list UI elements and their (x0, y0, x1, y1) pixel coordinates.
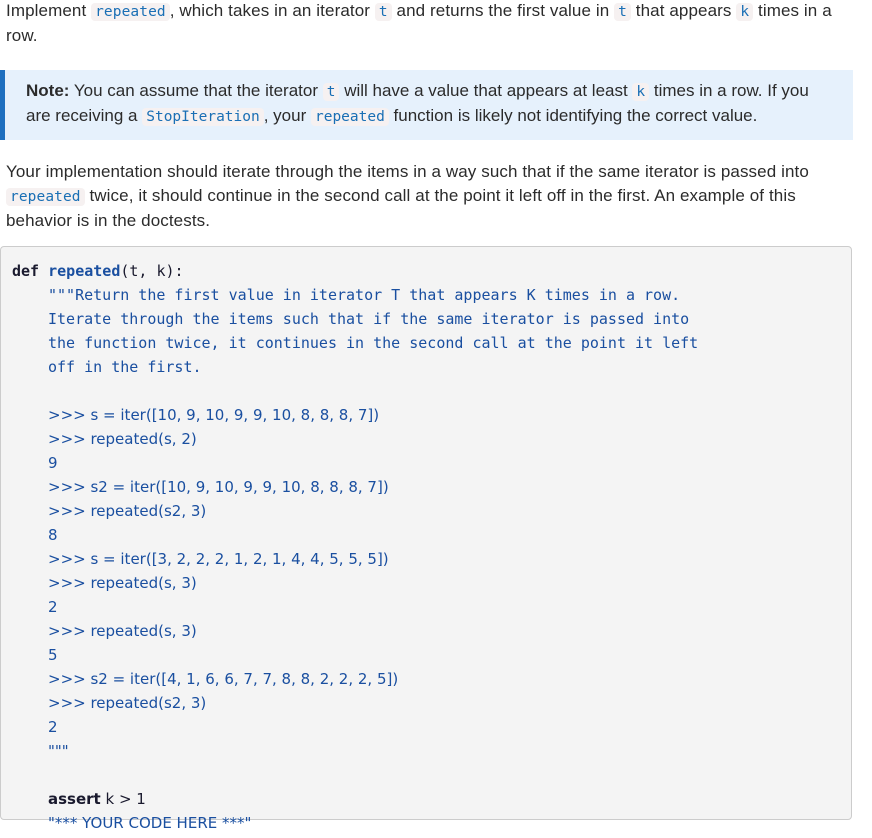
doctest-line: >>> s2 = iter([10, 9, 10, 9, 9, 10, 8, 8… (48, 478, 389, 496)
inline-code-repeated: repeated (6, 188, 85, 206)
intro-paragraph: Implement repeated, which takes in an it… (6, 1, 832, 45)
inline-code-stopiteration: StopIteration (142, 108, 264, 126)
docstring-line: off in the first. (48, 358, 202, 376)
doctest-line: >>> repeated(s, 3) (48, 574, 197, 592)
doctest-line: >>> s = iter([3, 2, 2, 2, 1, 2, 1, 4, 4,… (48, 550, 389, 568)
inline-code-t: t (614, 3, 631, 21)
doctest-line: >>> s2 = iter([4, 1, 6, 6, 7, 7, 8, 8, 2… (48, 670, 399, 688)
doctest-output: 5 (48, 646, 58, 664)
def-keyword: def (12, 262, 40, 280)
note-callout: Note: You can assume that the iterator t… (0, 70, 853, 140)
function-signature: def repeated(t, k): (12, 262, 184, 280)
doctest-line: >>> repeated(s2, 3) (48, 502, 207, 520)
inline-code-k: k (632, 83, 650, 101)
inline-code-repeated: repeated (310, 108, 389, 126)
docstring-line: """Return the first value in iterator T … (48, 286, 681, 304)
assert-keyword: assert (48, 790, 101, 808)
inline-code-k: k (736, 3, 754, 21)
code-placeholder: "*** YOUR CODE HERE ***" (48, 814, 252, 832)
docstring-line: the function twice, it continues in the … (48, 334, 699, 352)
behavior-paragraph: Your implementation should iterate throu… (6, 162, 809, 230)
doctest-output: 8 (48, 526, 58, 544)
doctest-output: 2 (48, 718, 58, 736)
docstring-line: Iterate through the items such that if t… (48, 310, 690, 328)
docstring-close: """ (48, 742, 69, 760)
assert-statement: assert k > 1 (48, 790, 146, 808)
doctest-line: >>> repeated(s, 2) (48, 430, 197, 448)
note-text: Note: You can assume that the iterator t… (26, 81, 809, 126)
code-block[interactable]: def repeated(t, k): """Return the first … (0, 246, 852, 832)
note-label: Note: (26, 81, 70, 100)
doctest-output: 9 (48, 454, 58, 472)
inline-code-t: t (322, 83, 340, 101)
doctest-line: >>> repeated(s2, 3) (48, 694, 207, 712)
doctest-line: >>> s = iter([10, 9, 10, 9, 9, 10, 8, 8,… (48, 406, 380, 424)
doctest-line: >>> repeated(s, 3) (48, 622, 197, 640)
inline-code-repeated: repeated (91, 3, 170, 21)
function-name: repeated (48, 262, 121, 280)
doctest-output: 2 (48, 598, 58, 616)
inline-code-t: t (374, 3, 392, 21)
problem-content: Implement repeated, which takes in an it… (0, 0, 853, 832)
